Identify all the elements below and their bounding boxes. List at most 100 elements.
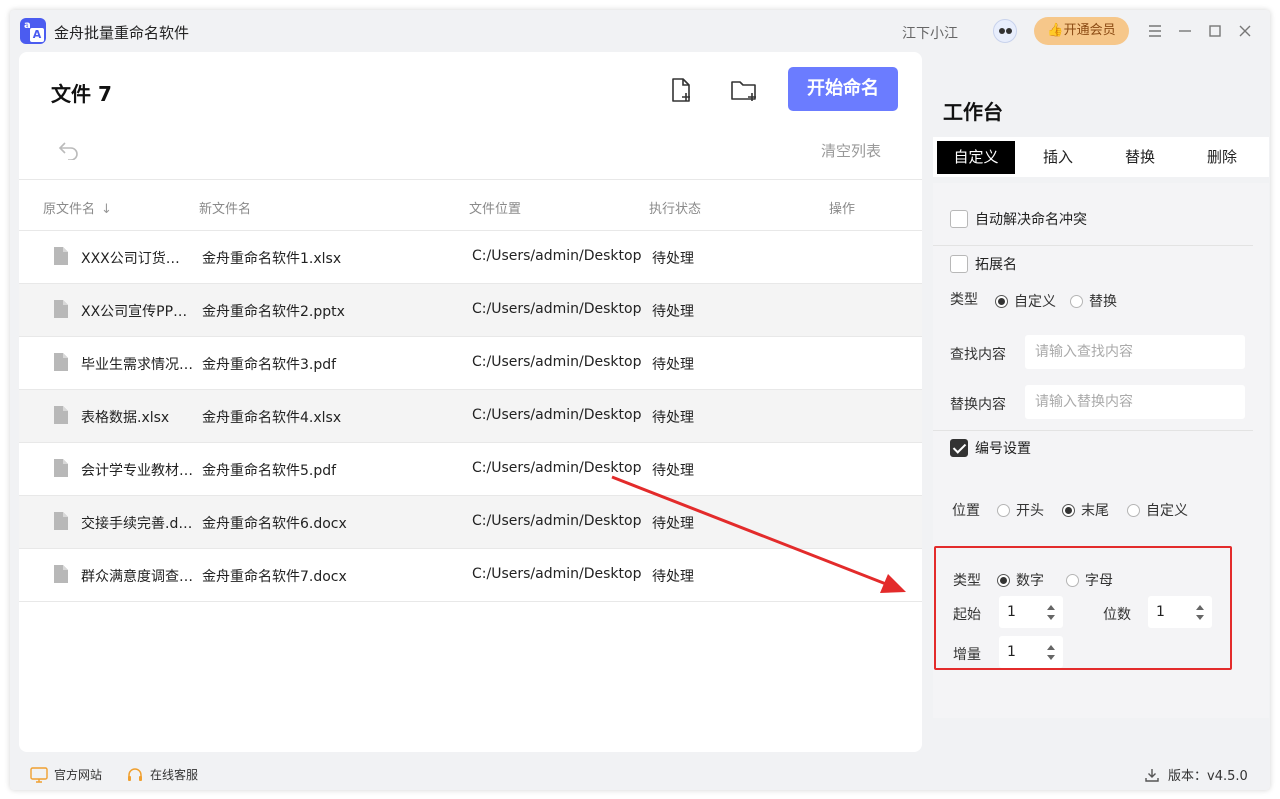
radio[interactable] [997, 503, 1010, 517]
radio[interactable] [1127, 503, 1140, 517]
sort-down-icon[interactable]: ↓ [101, 202, 112, 217]
position-custom[interactable]: 自定义 [1127, 500, 1188, 520]
column-header-status: 执行状态 [649, 202, 702, 217]
auto-resolve-checkbox[interactable] [950, 210, 968, 228]
extension-option[interactable]: 拓展名 [950, 254, 1017, 274]
avatar-eye-icon [999, 28, 1005, 34]
download-icon[interactable] [1144, 767, 1160, 783]
replace-content-input[interactable] [1025, 385, 1245, 419]
username[interactable]: 江下小江 [902, 23, 958, 43]
tab-replace[interactable]: 替换 [1101, 141, 1179, 174]
table-row[interactable]: 交接手续完善.docx 金舟重命名软件6.docx C:/Users/admin… [19, 496, 922, 549]
app-logo-icon: a A [20, 18, 46, 44]
new-filename: 金舟重命名软件2.pptx [202, 304, 345, 320]
close-button[interactable] [1232, 18, 1258, 44]
undo-button[interactable] [57, 138, 81, 161]
close-icon [1239, 25, 1251, 37]
column-header-original[interactable]: 原文件名 ↓ [43, 198, 112, 217]
file-location: C:/Users/admin/Desktop [472, 248, 642, 264]
tab-custom[interactable]: 自定义 [937, 141, 1015, 174]
auto-resolve-option[interactable]: 自动解决命名冲突 [950, 209, 1087, 229]
radio-selected[interactable] [1062, 503, 1075, 517]
file-list-panel: 文件 7 开始命名 清空列表 原文件名 ↓ 新文件名 文件位置 执行状态 操作 … [19, 52, 922, 752]
chevron-up-icon[interactable] [1047, 605, 1055, 610]
table-row[interactable]: XX公司宣传PPT.pptx 金舟重命名软件2.pptx C:/Users/ad… [19, 284, 922, 337]
position-start[interactable]: 开头 [997, 500, 1044, 520]
table-row[interactable]: XXX公司订货单.xlsx 金舟重命名软件1.xlsx C:/Users/adm… [19, 231, 922, 284]
extension-label: 拓展名 [975, 257, 1017, 273]
monitor-icon [30, 766, 48, 783]
table-header: 原文件名 ↓ 新文件名 文件位置 执行状态 操作 [19, 179, 922, 231]
numbering-option[interactable]: 编号设置 [950, 438, 1031, 458]
extension-type-replace[interactable]: 替换 [1070, 291, 1117, 311]
avatar[interactable] [993, 19, 1017, 43]
digits-stepper[interactable]: 1 [1148, 596, 1212, 628]
radio-selected[interactable] [995, 294, 1008, 308]
column-header-new: 新文件名 [199, 202, 252, 217]
position-label: 位置 [952, 503, 980, 519]
find-content-input[interactable] [1025, 335, 1245, 369]
minimize-button[interactable] [1172, 18, 1198, 44]
radio-label: 自定义 [1146, 503, 1188, 519]
numbering-checkbox[interactable] [950, 439, 968, 457]
file-icon [54, 406, 68, 424]
file-icon [54, 300, 68, 318]
official-website-label: 官方网站 [54, 768, 103, 782]
add-folder-icon [731, 81, 756, 101]
vip-button-label: 开通会员 [1063, 23, 1116, 38]
column-header-action: 操作 [829, 202, 856, 217]
chevron-up-icon[interactable] [1196, 605, 1204, 610]
chevron-down-icon[interactable] [1047, 615, 1055, 620]
add-file-button[interactable] [667, 76, 695, 104]
position-end[interactable]: 末尾 [1062, 500, 1109, 520]
replace-content-label: 替换内容 [950, 397, 1006, 413]
status-text: 待处理 [652, 569, 694, 585]
add-folder-button[interactable] [729, 76, 757, 104]
new-filename: 金舟重命名软件7.docx [202, 569, 347, 585]
chevron-down-icon[interactable] [1047, 655, 1055, 660]
maximize-button[interactable] [1202, 18, 1228, 44]
new-filename: 金舟重命名软件1.xlsx [202, 251, 342, 267]
table-row[interactable]: 群众满意度调查.docx 金舟重命名软件7.docx C:/Users/admi… [19, 549, 922, 602]
tab-delete[interactable]: 删除 [1183, 141, 1261, 174]
table-row[interactable]: 会计学专业教材.pdf 金舟重命名软件5.pdf C:/Users/admin/… [19, 443, 922, 496]
online-support-label: 在线客服 [150, 768, 199, 782]
file-location: C:/Users/admin/Desktop [472, 513, 642, 529]
table-row[interactable]: 毕业生需求情况.pdf 金舟重命名软件3.pdf C:/Users/admin/… [19, 337, 922, 390]
extension-type-custom[interactable]: 自定义 [995, 291, 1056, 311]
extension-checkbox[interactable] [950, 255, 968, 273]
file-location: C:/Users/admin/Desktop [472, 460, 642, 476]
vip-button[interactable]: 👍开通会员 [1034, 17, 1129, 45]
start-rename-button[interactable]: 开始命名 [788, 67, 898, 111]
file-location: C:/Users/admin/Desktop [472, 354, 642, 370]
radio[interactable] [1070, 294, 1083, 308]
file-icon [54, 247, 68, 265]
file-location: C:/Users/admin/Desktop [472, 566, 642, 582]
version-info: 版本：v4.5.0 [1144, 765, 1248, 784]
table-row[interactable]: 表格数据.xlsx 金舟重命名软件4.xlsx C:/Users/admin/D… [19, 390, 922, 443]
file-location: C:/Users/admin/Desktop [472, 407, 642, 423]
start-stepper[interactable]: 1 [999, 596, 1063, 628]
official-website-link[interactable]: 官方网站 [30, 766, 102, 783]
number-type-letter[interactable]: 字母 [1066, 570, 1113, 590]
app-title: 金舟批量重命名软件 [54, 24, 190, 42]
radio-label: 数字 [1016, 573, 1044, 589]
increment-stepper[interactable]: 1 [999, 636, 1063, 668]
number-type-digit[interactable]: 数字 [997, 570, 1044, 590]
minimize-icon [1179, 30, 1191, 32]
increment-label: 增量 [953, 647, 981, 663]
online-support-link[interactable]: 在线客服 [126, 766, 198, 783]
chevron-down-icon[interactable] [1196, 615, 1204, 620]
position-radio-group: 开头 末尾 自定义 [997, 500, 1202, 520]
tab-insert[interactable]: 插入 [1019, 141, 1097, 174]
radio-label: 字母 [1085, 573, 1113, 589]
menu-button[interactable] [1142, 18, 1168, 44]
clear-list-button[interactable]: 清空列表 [821, 140, 881, 161]
chevron-up-icon[interactable] [1047, 645, 1055, 650]
radio[interactable] [1066, 573, 1079, 587]
column-header-location: 文件位置 [469, 202, 522, 217]
original-filename: 会计学专业教材.pdf [81, 463, 193, 479]
radio-selected[interactable] [997, 573, 1010, 587]
original-filename: XXX公司订货单.xlsx [81, 251, 193, 267]
add-file-icon [672, 78, 690, 102]
